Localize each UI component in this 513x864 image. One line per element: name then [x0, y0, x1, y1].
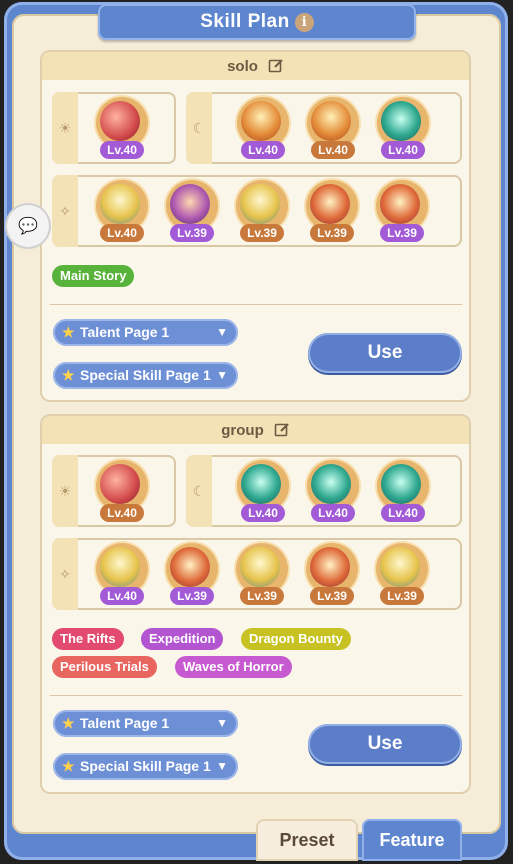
skill-slot[interactable]: Lv.39 — [374, 178, 430, 244]
skill-icon — [381, 464, 421, 504]
skill-icon — [170, 184, 210, 224]
skill-slot[interactable]: Lv.39 — [374, 541, 430, 607]
info-icon[interactable]: i — [294, 12, 314, 32]
star-icon: ★ — [62, 367, 75, 383]
skill-icon — [380, 547, 420, 587]
star-icon: ★ — [62, 715, 75, 731]
dropdown-arrow-icon: ▼ — [216, 325, 228, 339]
moon-icon: ☾ — [186, 455, 212, 527]
skill-level: Lv.40 — [241, 504, 285, 522]
skill-level: Lv.40 — [381, 141, 425, 159]
skill-icon — [240, 184, 280, 224]
skill-level: Lv.40 — [311, 504, 355, 522]
talent-page-dropdown[interactable]: ★ Talent Page 1 ▼ — [53, 319, 238, 346]
star-icon: ★ — [62, 758, 75, 774]
skill-slot[interactable]: Lv.39 — [164, 541, 220, 607]
dropdown-arrow-icon: ▼ — [216, 368, 228, 382]
dropdown-arrow-icon: ▼ — [216, 716, 228, 730]
chat-bubble-icon[interactable]: 💬 — [7, 205, 49, 247]
talent-page-dropdown[interactable]: ★ Talent Page 1 ▼ — [53, 710, 238, 737]
skill-slot[interactable]: Lv.40 — [235, 95, 291, 161]
skill-slot[interactable]: Lv.39 — [234, 541, 290, 607]
skill-level: Lv.39 — [240, 587, 284, 605]
skill-icon — [310, 184, 350, 224]
skill-level: Lv.39 — [170, 587, 214, 605]
plan-name: group — [221, 421, 264, 439]
tag-main-story[interactable]: Main Story — [52, 265, 135, 287]
skill-icon — [241, 464, 281, 504]
edit-icon[interactable] — [274, 422, 290, 438]
skill-slot[interactable]: Lv.40 — [94, 541, 150, 607]
skill-slot[interactable]: Lv.40 — [375, 458, 431, 524]
skill-icon — [100, 464, 140, 504]
tag-waves-of-horror[interactable]: Waves of Horror — [175, 656, 292, 678]
skill-level: Lv.40 — [311, 141, 355, 159]
dropdown-arrow-icon: ▼ — [216, 759, 228, 773]
skill-icon — [100, 184, 140, 224]
skill-level: Lv.39 — [240, 224, 284, 242]
divider — [50, 695, 462, 696]
plan-name: solo — [227, 57, 258, 75]
sparkle-icon: ✧ — [52, 538, 78, 610]
skill-level: Lv.40 — [100, 141, 144, 159]
skill-level: Lv.40 — [100, 504, 144, 522]
skill-level: Lv.39 — [380, 224, 424, 242]
skill-level: Lv.40 — [100, 587, 144, 605]
skill-level: Lv.39 — [170, 224, 214, 242]
special-skill-page-dropdown[interactable]: ★ Special Skill Page 1 ▼ — [53, 362, 238, 389]
tab-feature[interactable]: Feature — [362, 819, 462, 861]
use-button[interactable]: Use — [308, 333, 462, 373]
edit-icon[interactable] — [268, 58, 284, 74]
window-title-bar: Skill Plan i — [98, 4, 416, 40]
special-skill-page-dropdown[interactable]: ★ Special Skill Page 1 ▼ — [53, 753, 238, 780]
skill-level: Lv.40 — [381, 504, 425, 522]
skill-icon — [310, 547, 350, 587]
plan-header: solo — [42, 52, 469, 80]
tag-dragon-bounty[interactable]: Dragon Bounty — [241, 628, 351, 650]
skill-level: Lv.39 — [310, 587, 354, 605]
skill-icon — [100, 547, 140, 587]
skill-level: Lv.40 — [241, 141, 285, 159]
skill-icon — [240, 547, 280, 587]
skill-slot[interactable]: Lv.39 — [164, 178, 220, 244]
sun-icon: ☀ — [52, 92, 78, 164]
page-title: Skill Plan — [200, 11, 290, 32]
tag-the-rifts[interactable]: The Rifts — [52, 628, 124, 650]
skill-icon — [381, 101, 421, 141]
skill-slot[interactable]: Lv.40 — [94, 178, 150, 244]
skill-slot[interactable]: Lv.40 — [94, 95, 150, 161]
divider — [50, 304, 462, 305]
skill-level: Lv.39 — [380, 587, 424, 605]
skill-icon — [170, 547, 210, 587]
skill-slot[interactable]: Lv.39 — [234, 178, 290, 244]
skill-slot[interactable]: Lv.40 — [235, 458, 291, 524]
skill-slot[interactable]: Lv.39 — [304, 541, 360, 607]
moon-icon: ☾ — [186, 92, 212, 164]
skill-slot[interactable]: Lv.39 — [304, 178, 360, 244]
sun-icon: ☀ — [52, 455, 78, 527]
use-button[interactable]: Use — [308, 724, 462, 764]
star-icon: ★ — [62, 324, 75, 340]
skill-slot[interactable]: Lv.40 — [375, 95, 431, 161]
tag-perilous-trials[interactable]: Perilous Trials — [52, 656, 157, 678]
skill-slot[interactable]: Lv.40 — [94, 458, 150, 524]
sparkle-icon: ✧ — [52, 175, 78, 247]
skill-icon — [311, 101, 351, 141]
skill-slot[interactable]: Lv.40 — [305, 95, 361, 161]
tab-preset[interactable]: Preset — [256, 819, 358, 861]
skill-icon — [100, 101, 140, 141]
plan-header: group — [42, 416, 469, 444]
tag-expedition[interactable]: Expedition — [141, 628, 224, 650]
skill-level: Lv.40 — [100, 224, 144, 242]
skill-icon — [241, 101, 281, 141]
skill-level: Lv.39 — [310, 224, 354, 242]
skill-icon — [380, 184, 420, 224]
skill-slot[interactable]: Lv.40 — [305, 458, 361, 524]
skill-icon — [311, 464, 351, 504]
